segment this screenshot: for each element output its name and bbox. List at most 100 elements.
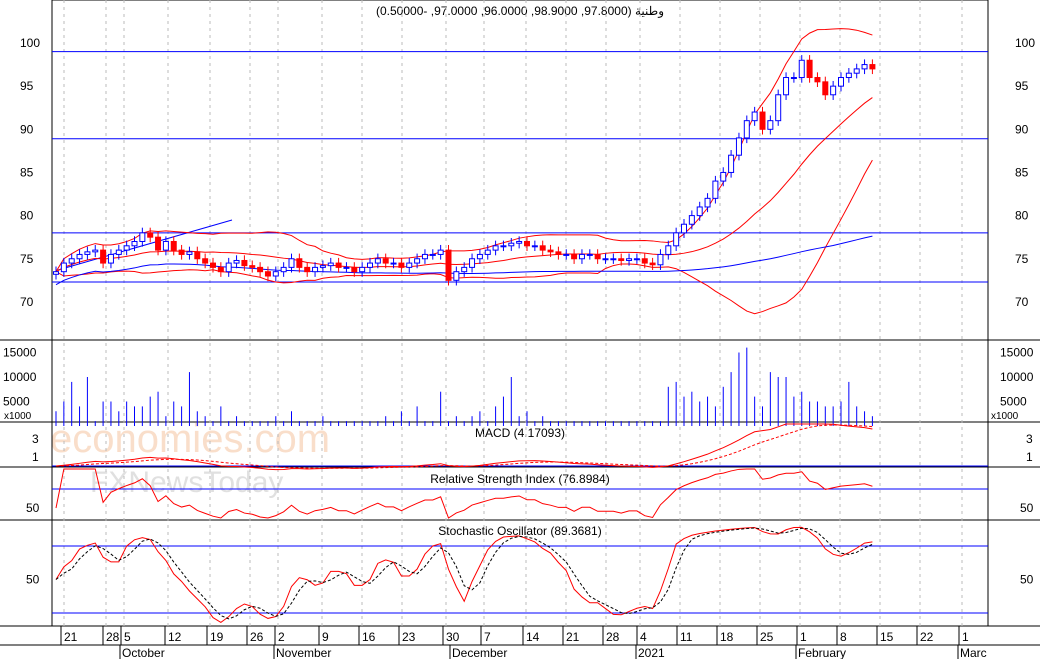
candle-body <box>712 180 719 199</box>
price-tick-left: 90 <box>20 122 34 136</box>
macd-tick-right: 3 <box>1026 432 1033 446</box>
macd-tick-right: 1 <box>1026 450 1033 464</box>
candle-body <box>367 262 373 268</box>
candle-body <box>319 265 326 268</box>
candle-body <box>115 249 122 255</box>
x-tick-label: 21 <box>566 630 580 644</box>
candle-body <box>359 266 366 273</box>
candle-body <box>626 258 633 261</box>
volume-tick-right: 5000 <box>1000 395 1027 409</box>
candle-body <box>547 249 554 253</box>
candle-body <box>681 223 687 234</box>
price-tick-right: 95 <box>1015 79 1029 93</box>
month-label: Marc <box>960 646 987 659</box>
candle-body <box>241 259 248 267</box>
candle-body <box>516 240 523 244</box>
x-tick-label: 15 <box>880 630 894 644</box>
candle-body <box>288 258 295 268</box>
price-tick-right: 75 <box>1015 252 1029 266</box>
candle-body <box>155 236 162 251</box>
x-tick-label: 28 <box>606 630 620 644</box>
x-tick-label: 25 <box>760 630 774 644</box>
candle-body <box>586 253 593 256</box>
price-tick-left: 100 <box>20 36 40 50</box>
candle-body <box>743 120 750 139</box>
price-tick-left: 85 <box>20 165 34 179</box>
candle-body <box>790 77 797 80</box>
price-tick-left: 75 <box>20 252 34 266</box>
candle-body <box>233 259 240 264</box>
month-label: November <box>276 646 331 659</box>
x-tick-label: 7 <box>484 630 491 644</box>
candle-body <box>406 262 413 268</box>
candle-body <box>539 245 546 251</box>
candle-body <box>76 253 83 260</box>
volume-unit-right: x1000 <box>991 411 1019 422</box>
candle-body <box>735 137 742 156</box>
x-tick-label: 4 <box>640 630 647 644</box>
x-tick-label: 14 <box>526 630 540 644</box>
x-tick-label: 5 <box>124 630 131 644</box>
x-tick-label: 16 <box>362 630 376 644</box>
candle-body <box>751 111 758 122</box>
candle-body <box>210 262 216 268</box>
candle-body <box>147 232 154 238</box>
price-tick-right: 70 <box>1015 295 1029 309</box>
candle-body <box>469 258 476 268</box>
x-tick-label: 26 <box>250 630 264 644</box>
candle-body <box>178 249 185 255</box>
candle-body <box>571 253 578 260</box>
candle-body <box>53 271 59 275</box>
candle-body <box>312 266 319 273</box>
candle-body <box>296 258 303 268</box>
candle-body <box>830 85 837 96</box>
candle-body <box>500 245 507 248</box>
candle-body <box>107 253 114 264</box>
rsi-label: Relative Strength Index (76.8984) <box>430 472 609 486</box>
candle-body <box>555 251 562 255</box>
candle-body <box>563 253 570 256</box>
candle-body <box>202 258 209 264</box>
x-tick-label: 19 <box>210 630 224 644</box>
x-tick-label: 9 <box>322 630 329 644</box>
candle-body <box>461 266 468 273</box>
candle-body <box>225 262 232 273</box>
x-tick-label: 22 <box>920 630 934 644</box>
month-label: December <box>452 646 507 659</box>
candle-body <box>673 232 680 247</box>
candle-body <box>139 232 146 242</box>
x-tick-label: 28 <box>106 630 120 644</box>
candle-body <box>162 240 169 251</box>
candle-body <box>327 262 334 267</box>
volume-tick-right: 15000 <box>1000 346 1034 360</box>
candle-body <box>641 258 648 264</box>
x-tick-label: 11 <box>680 630 693 644</box>
candle-body <box>429 253 436 256</box>
candle-body <box>421 253 428 260</box>
chart-title: وطنية (97.8000, 98.9000, 96.0000, 97.000… <box>376 4 664 18</box>
candle-body <box>194 251 201 260</box>
candle-body <box>775 94 782 122</box>
rsi-tick-right: 50 <box>1020 501 1034 515</box>
candle-body <box>767 120 774 130</box>
x-tick-label: 21 <box>64 630 78 644</box>
x-tick-label: 8 <box>840 630 847 644</box>
volume-tick-left: 10000 <box>3 370 37 384</box>
candle-body <box>249 265 256 268</box>
x-tick-label: 30 <box>446 630 460 644</box>
x-tick-label: 2 <box>278 630 285 644</box>
price-tick-right: 80 <box>1015 209 1029 223</box>
bollinger-lower <box>55 159 873 315</box>
candle-body <box>186 251 193 255</box>
price-tick-right: 85 <box>1015 165 1029 179</box>
candle-body <box>170 240 177 251</box>
month-label: October <box>122 646 165 659</box>
macd-tick-left: 1 <box>32 450 39 464</box>
candle-body <box>92 249 99 253</box>
candle-body <box>508 242 515 247</box>
watermark-economies: economies.com <box>50 417 330 461</box>
candle-body <box>382 258 389 264</box>
price-tick-left: 95 <box>20 79 34 93</box>
candle-body <box>100 249 107 264</box>
candle-body <box>484 249 491 255</box>
